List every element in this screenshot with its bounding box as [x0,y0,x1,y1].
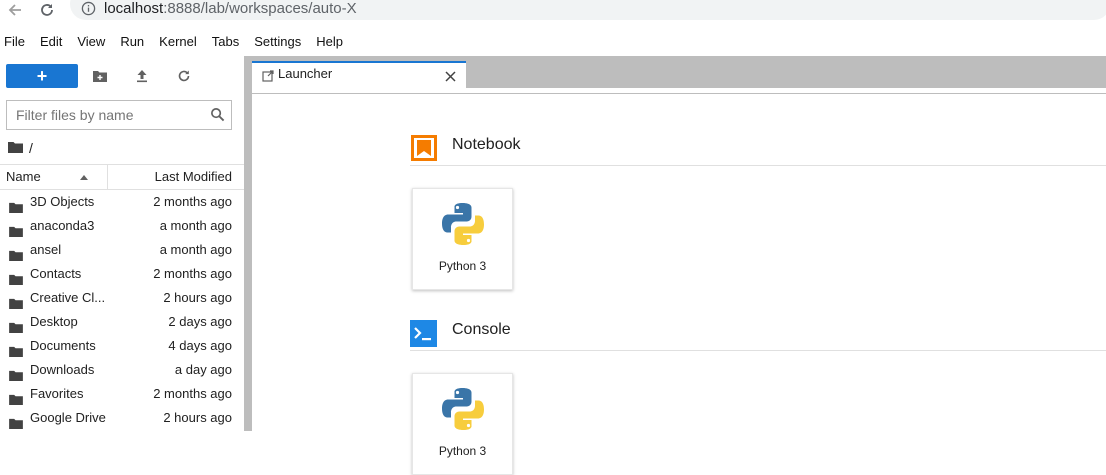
column-name-label: Name [6,169,41,184]
menu-file[interactable]: File [0,30,32,54]
card-label: Python 3 [438,444,487,458]
file-row[interactable]: Google Drive 2 hours ago [0,406,244,430]
notebook-section-header: Notebook [410,132,1106,166]
sort-ascending-icon [80,175,88,180]
breadcrumb-root[interactable]: / [29,140,33,156]
close-icon[interactable] [445,69,456,87]
file-modified: 2 hours ago [163,290,232,305]
python-logo-icon [440,201,486,252]
file-name: Favorites [30,386,84,401]
console-section-header: Console [410,317,1106,351]
file-modified: a month ago [159,218,232,233]
url-path: :8888/lab/workspaces/auto-X [163,0,357,17]
column-name-header[interactable]: Name [0,165,108,189]
file-row[interactable]: Creative Cl... 2 hours ago [0,286,244,310]
folder-icon [9,413,23,437]
file-name: Downloads [30,362,95,377]
console-python3-card[interactable]: Python 3 [412,373,513,475]
card-label: Python 3 [438,259,487,273]
menu-kernel[interactable]: Kernel [155,30,204,54]
console-section-title: Console [452,321,511,338]
file-name: Google Drive [30,410,106,425]
launcher-icon [262,69,274,87]
file-name: Contacts [30,266,82,281]
notebook-section-title: Notebook [452,136,521,153]
filter-files-input[interactable] [7,101,197,129]
new-folder-icon[interactable] [89,66,111,86]
file-modified: 2 months ago [153,386,232,401]
menu-bar: File Edit View Run Kernel Tabs Settings … [0,30,1106,54]
menu-tabs[interactable]: Tabs [208,30,246,54]
tab-label: Launcher [278,66,333,81]
file-row[interactable]: ansel a month ago [0,238,244,262]
notebook-icon [410,134,438,167]
menu-run[interactable]: Run [116,30,151,54]
breadcrumb: / [8,138,33,158]
file-browser-toolbar: + [0,56,244,96]
file-name: Creative Cl... [30,290,106,305]
back-icon[interactable] [4,0,26,20]
file-name: Documents [30,338,96,353]
file-name: 3D Objects [30,194,95,209]
file-name: anaconda3 [30,218,95,233]
url-host: localhost [104,0,164,17]
console-icon [410,320,437,352]
file-modified: a month ago [159,242,232,257]
menu-edit[interactable]: Edit [36,30,69,54]
filter-files-box [6,100,232,130]
refresh-icon[interactable] [173,66,195,86]
file-row[interactable]: Contacts 2 months ago [0,262,244,286]
file-name: Desktop [30,314,78,329]
file-name: ansel [30,242,62,257]
menu-view[interactable]: View [73,30,112,54]
menu-help[interactable]: Help [312,30,350,54]
file-modified: a day ago [174,362,232,377]
file-list: 3D Objects 2 months ago anaconda3 a mont… [0,190,244,430]
folder-icon[interactable] [8,140,23,156]
tab-bar: Launcher [252,56,1106,88]
file-row[interactable]: Documents 4 days ago [0,334,244,358]
file-row[interactable]: Downloads a day ago [0,358,244,382]
file-row[interactable]: 3D Objects 2 months ago [0,190,244,214]
upload-icon[interactable] [131,66,153,86]
column-modified-header[interactable]: Last Modified [155,165,232,189]
python-logo-icon [440,386,486,437]
file-modified: 4 days ago [168,338,232,353]
tab-bar-underline [252,88,1106,94]
notebook-python3-card[interactable]: Python 3 [412,188,513,290]
file-modified: 2 months ago [153,194,232,209]
info-icon[interactable] [81,1,96,21]
file-row[interactable]: Desktop 2 days ago [0,310,244,334]
panel-splitter[interactable] [244,56,252,431]
file-modified: 2 days ago [168,314,232,329]
menu-settings[interactable]: Settings [250,30,308,54]
search-icon[interactable] [210,107,225,127]
tab-launcher[interactable]: Launcher [252,61,466,88]
url-text[interactable]: localhost:8888/lab/workspaces/auto-X [104,0,357,18]
file-row[interactable]: Favorites 2 months ago [0,382,244,406]
new-launcher-button[interactable]: + [6,64,78,88]
browser-bar: localhost:8888/lab/workspaces/auto-X [0,0,1106,22]
file-list-header: Name Last Modified [0,164,244,190]
file-browser: + / Name Last Modified 3D Objects [0,56,244,431]
file-modified: 2 months ago [153,266,232,281]
file-modified: 2 hours ago [163,410,232,425]
reload-icon[interactable] [36,0,58,20]
file-row[interactable]: anaconda3 a month ago [0,214,244,238]
